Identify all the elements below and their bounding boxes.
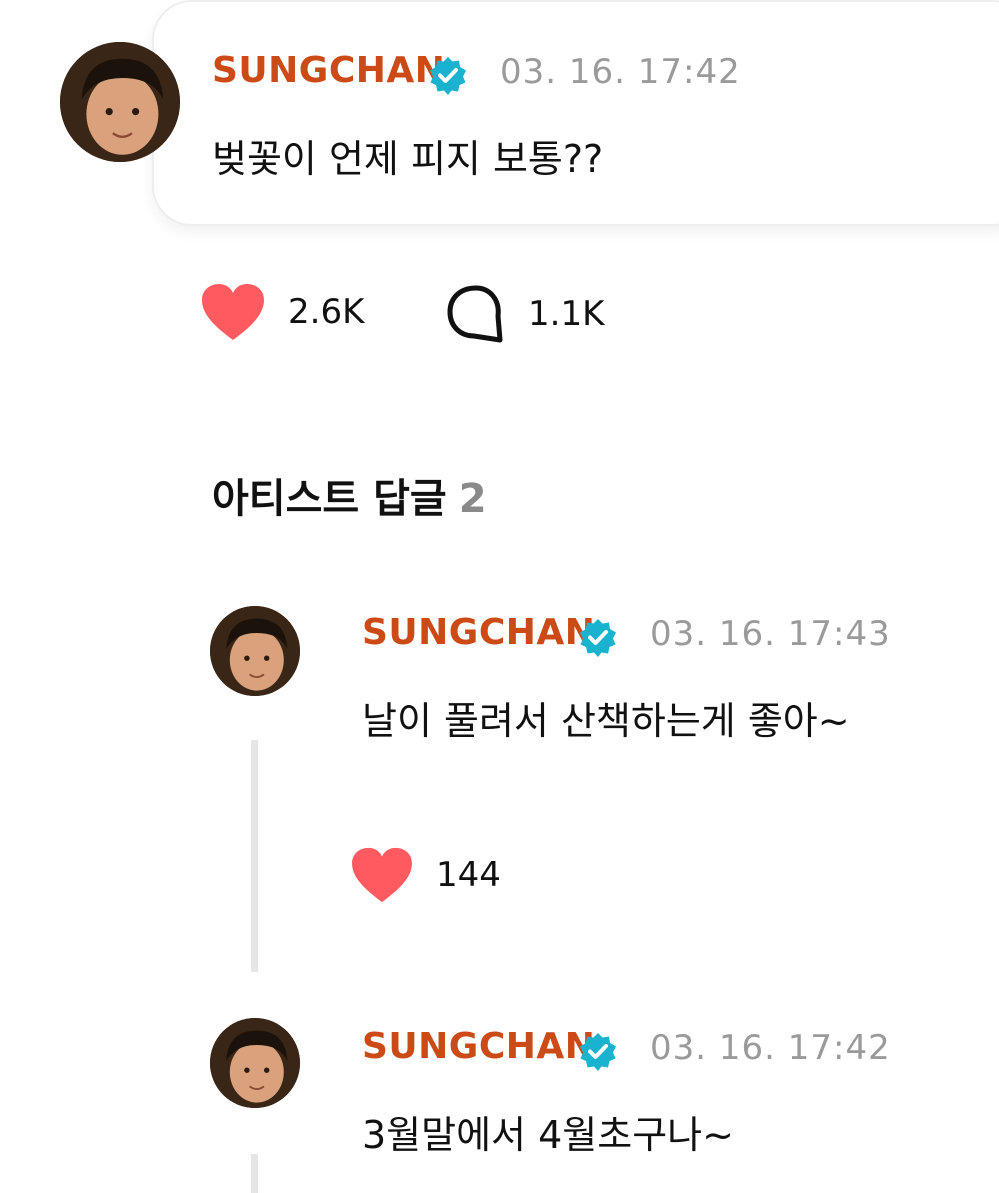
post-author-name[interactable]: SUNGCHAN bbox=[212, 50, 445, 91]
thread-line bbox=[251, 740, 258, 972]
reply-author-name[interactable]: SUNGCHAN bbox=[362, 612, 595, 653]
post-text: 벚꽃이 언제 피지 보통?? bbox=[212, 137, 604, 181]
post-like-button[interactable]: 2.6K bbox=[200, 282, 364, 342]
post-comment-count: 1.1K bbox=[528, 294, 605, 334]
reply-text: 날이 풀려서 산책하는게 좋아~ bbox=[362, 699, 850, 743]
reply-like-button[interactable]: 144 bbox=[350, 846, 501, 904]
post-like-count: 2.6K bbox=[288, 292, 365, 332]
post-card bbox=[152, 0, 999, 226]
heart-icon bbox=[202, 284, 264, 340]
post-author-avatar[interactable] bbox=[60, 42, 180, 162]
reply-text: 3월말에서 4월초구나~ bbox=[362, 1113, 734, 1157]
reply-author-avatar[interactable] bbox=[210, 1018, 300, 1108]
thread-line bbox=[251, 1154, 258, 1193]
reply-timestamp: 03. 16. 17:42 bbox=[650, 1028, 891, 1068]
verified-badge-icon bbox=[580, 1033, 616, 1071]
reply-like-count: 144 bbox=[436, 855, 501, 895]
artist-replies-header: 아티스트 답글 2 bbox=[212, 466, 487, 524]
reply-author-avatar[interactable] bbox=[210, 606, 300, 696]
verified-badge-icon bbox=[430, 57, 466, 95]
artist-post-page: SUNGCHAN 03. 16. 17:42 벚꽃이 언제 피지 보통?? 2.… bbox=[0, 0, 999, 1193]
post-timestamp: 03. 16. 17:42 bbox=[500, 52, 741, 92]
reply-author-name[interactable]: SUNGCHAN bbox=[362, 1026, 595, 1067]
artist-replies-title: 아티스트 답글 bbox=[212, 476, 447, 522]
post-comment-button[interactable]: 1.1K bbox=[446, 284, 604, 344]
heart-icon bbox=[352, 847, 412, 903]
verified-badge-icon bbox=[580, 619, 616, 657]
artist-replies-count: 2 bbox=[458, 476, 487, 522]
reply-timestamp: 03. 16. 17:43 bbox=[650, 614, 891, 654]
comment-bubble-icon bbox=[447, 285, 503, 343]
